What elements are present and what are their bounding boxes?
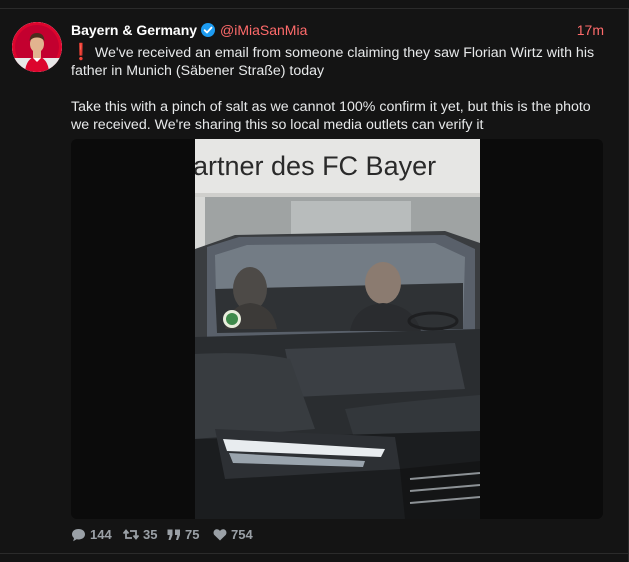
verified-icon [201, 23, 215, 37]
car-photo[interactable]: artner des FC Bayer [195, 139, 480, 519]
heart-icon [213, 529, 227, 541]
quote-icon [167, 529, 180, 540]
avatar-image [12, 22, 62, 72]
retweet-count: 35 [143, 527, 158, 542]
retweet-icon [123, 529, 139, 540]
avatar[interactable] [12, 22, 62, 72]
quote-button[interactable]: 75 [167, 527, 199, 542]
retweet-button[interactable]: 35 [123, 527, 157, 542]
like-count: 754 [231, 527, 253, 542]
post-header: Bayern & Germany @iMiaSanMia 17m [71, 22, 604, 42]
reply-icon [72, 528, 85, 541]
timestamp[interactable]: 17m [577, 22, 604, 38]
post-text: ❗ We've received an email from someone c… [71, 44, 601, 134]
post-media[interactable]: artner des FC Bayer [71, 139, 603, 519]
bottom-divider [0, 553, 629, 554]
paragraph-1-text: We've received an email from someone cla… [71, 45, 595, 79]
post-paragraph-2: Take this with a pinch of salt as we can… [71, 99, 591, 133]
like-button[interactable]: 754 [213, 527, 253, 542]
reply-button[interactable]: 144 [71, 527, 112, 542]
quote-count: 75 [185, 527, 200, 542]
display-name[interactable]: Bayern & Germany [71, 22, 197, 38]
top-divider [0, 8, 629, 9]
post-paragraph-1: ❗ We've received an email from someone c… [71, 44, 601, 80]
reply-count: 144 [90, 527, 112, 542]
exclamation-icon: ❗ [71, 44, 91, 61]
handle[interactable]: @iMiaSanMia [220, 22, 307, 38]
facade-sign-text: artner des FC Bayer [195, 151, 436, 181]
